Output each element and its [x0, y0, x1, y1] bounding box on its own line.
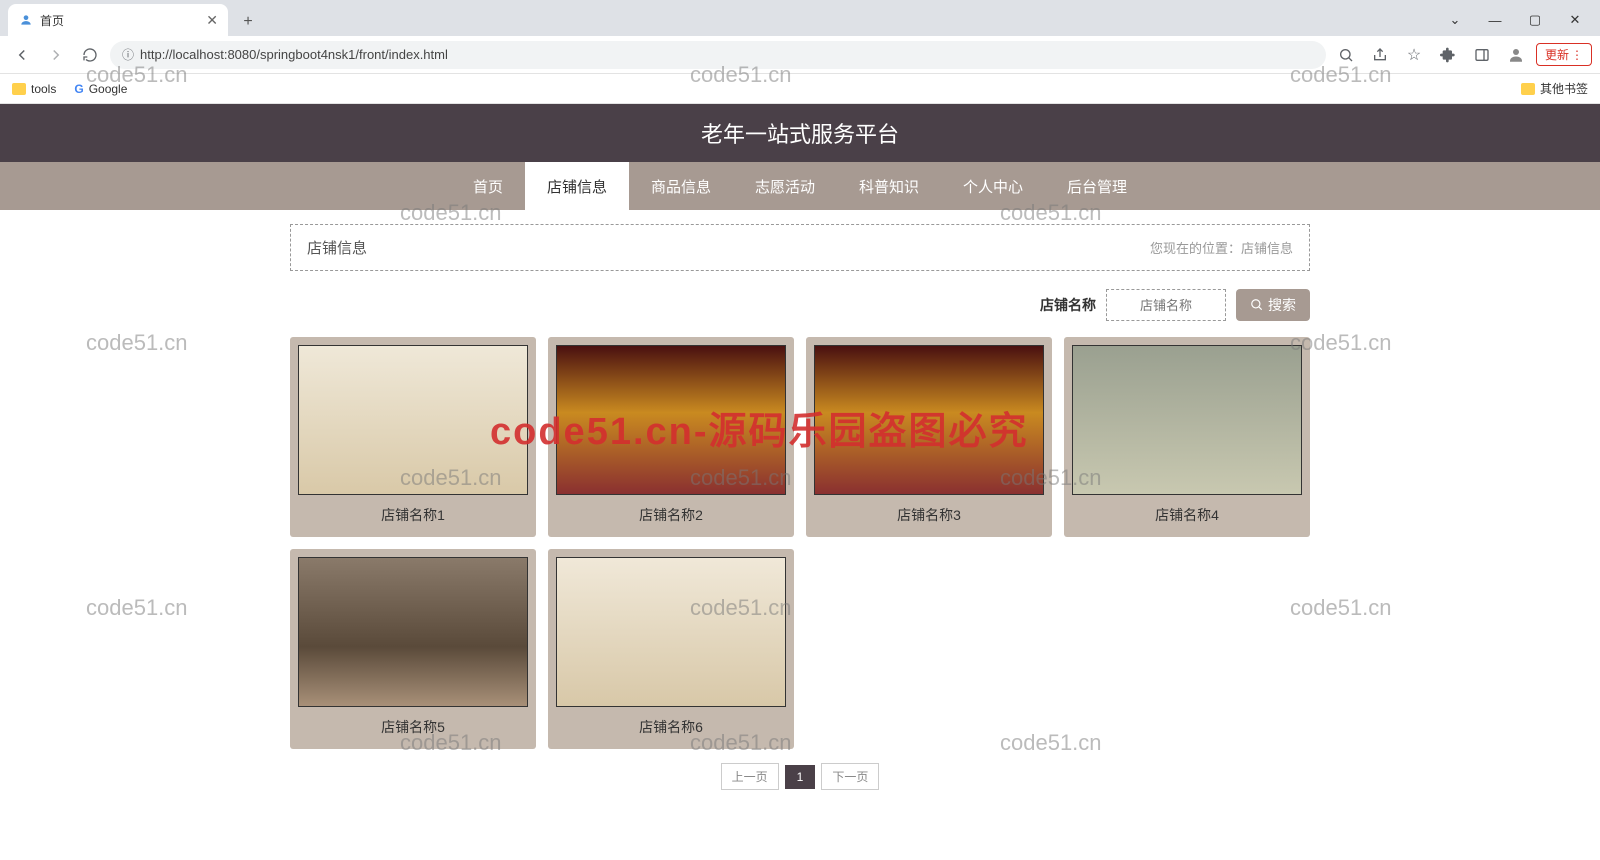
maximize-icon[interactable]: ▢	[1520, 12, 1550, 28]
search-button[interactable]: 搜索	[1236, 289, 1310, 321]
info-icon: ⓘ	[122, 46, 134, 63]
folder-icon	[12, 83, 26, 95]
store-image	[814, 345, 1044, 495]
update-button[interactable]: 更新 ⋮	[1536, 43, 1592, 66]
store-title: 店铺名称3	[814, 495, 1044, 529]
new-tab-button[interactable]: +	[234, 8, 262, 36]
bookmark-other[interactable]: 其他书签	[1521, 80, 1588, 97]
folder-icon	[1521, 83, 1535, 95]
card-grid: 店铺名称1 店铺名称2 店铺名称3 店铺名称4 店铺名称5 店铺名称6	[290, 337, 1310, 749]
nav-item-3[interactable]: 志愿活动	[733, 162, 837, 210]
tab-title: 首页	[40, 12, 200, 29]
close-window-icon[interactable]: ✕	[1560, 12, 1590, 28]
store-card[interactable]: 店铺名称5	[290, 549, 536, 749]
store-title: 店铺名称2	[556, 495, 786, 529]
nav-item-6[interactable]: 后台管理	[1045, 162, 1149, 210]
url-text: http://localhost:8080/springboot4nsk1/fr…	[140, 47, 448, 62]
store-image	[298, 345, 528, 495]
browser-chrome: 首页 ✕ + ⌄ — ▢ ✕ ⓘ http://localhost:8080/s…	[0, 0, 1600, 104]
forward-icon[interactable]	[42, 41, 70, 69]
search-input[interactable]	[1106, 289, 1226, 321]
search-icon	[1250, 298, 1264, 312]
breadcrumb: 店铺信息 您现在的位置：店铺信息	[290, 224, 1310, 271]
store-title: 店铺名称1	[298, 495, 528, 529]
close-icon[interactable]: ✕	[206, 12, 218, 29]
breadcrumb-location: 您现在的位置：店铺信息	[1150, 238, 1293, 257]
search-label: 店铺名称	[1040, 295, 1096, 315]
prev-page-button[interactable]: 上一页	[721, 763, 779, 790]
dropdown-icon[interactable]: ⌄	[1440, 12, 1470, 28]
nav-item-4[interactable]: 科普知识	[837, 162, 941, 210]
url-input[interactable]: ⓘ http://localhost:8080/springboot4nsk1/…	[110, 41, 1326, 69]
reload-icon[interactable]	[76, 41, 104, 69]
watermark: code51.cn	[86, 330, 188, 356]
watermark: code51.cn	[86, 595, 188, 621]
search-row: 店铺名称 搜索	[290, 289, 1310, 321]
profile-icon[interactable]	[1502, 41, 1530, 69]
pagination: 上一页 1 下一页	[290, 763, 1310, 790]
tab-bar: 首页 ✕ + ⌄ — ▢ ✕	[0, 0, 1600, 36]
store-title: 店铺名称6	[556, 707, 786, 741]
person-icon	[18, 12, 34, 28]
side-panel-icon[interactable]	[1468, 41, 1496, 69]
nav-item-2[interactable]: 商品信息	[629, 162, 733, 210]
store-title: 店铺名称4	[1072, 495, 1302, 529]
store-image	[556, 557, 786, 707]
store-title: 店铺名称5	[298, 707, 528, 741]
next-page-button[interactable]: 下一页	[821, 763, 879, 790]
google-icon: G	[74, 82, 83, 96]
store-image	[556, 345, 786, 495]
store-image	[298, 557, 528, 707]
bookmark-bar: tools G Google 其他书签	[0, 74, 1600, 104]
nav-menu: 首页店铺信息商品信息志愿活动科普知识个人中心后台管理	[0, 162, 1600, 210]
share-icon[interactable]	[1366, 41, 1394, 69]
menu-dots-icon: ⋮	[1571, 48, 1583, 62]
address-bar: ⓘ http://localhost:8080/springboot4nsk1/…	[0, 36, 1600, 74]
minimize-icon[interactable]: —	[1480, 13, 1510, 28]
bookmark-tools[interactable]: tools	[12, 82, 56, 96]
page-number[interactable]: 1	[785, 765, 816, 789]
store-card[interactable]: 店铺名称4	[1064, 337, 1310, 537]
back-icon[interactable]	[8, 41, 36, 69]
extensions-icon[interactable]	[1434, 41, 1462, 69]
nav-item-5[interactable]: 个人中心	[941, 162, 1045, 210]
nav-item-0[interactable]: 首页	[451, 162, 525, 210]
browser-tab[interactable]: 首页 ✕	[8, 4, 228, 36]
store-image	[1072, 345, 1302, 495]
site-title: 老年一站式服务平台	[701, 117, 899, 149]
content: 店铺信息 您现在的位置：店铺信息 店铺名称 搜索 店铺名称1店铺名称2店铺名称3…	[290, 224, 1310, 790]
store-card[interactable]: 店铺名称1	[290, 337, 536, 537]
window-controls: ⌄ — ▢ ✕	[1440, 4, 1600, 36]
nav-item-1[interactable]: 店铺信息	[525, 162, 629, 210]
page-header: 老年一站式服务平台	[0, 104, 1600, 162]
breadcrumb-title: 店铺信息	[307, 237, 367, 258]
zoom-icon[interactable]	[1332, 41, 1360, 69]
store-card[interactable]: 店铺名称6	[548, 549, 794, 749]
store-card[interactable]: 店铺名称2	[548, 337, 794, 537]
bookmark-google[interactable]: G Google	[74, 82, 127, 96]
star-icon[interactable]: ☆	[1400, 41, 1428, 69]
store-card[interactable]: 店铺名称3	[806, 337, 1052, 537]
